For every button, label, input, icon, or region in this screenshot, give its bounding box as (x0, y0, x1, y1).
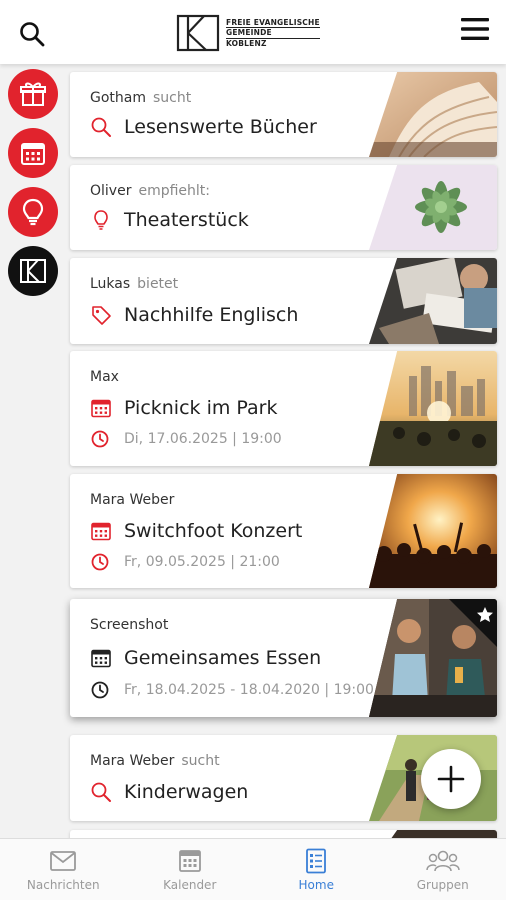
feed-card[interactable]: Screenshot Gemeinsames Essen Fr, 18.04.2… (70, 599, 497, 717)
poster-name: Gotham (90, 90, 146, 106)
feg-logo-icon (176, 14, 220, 52)
card-thumbnail (369, 351, 497, 466)
event-date: Fr, 18.04.2025 - 18.04.2020 | 19:00 (124, 682, 374, 698)
clock-icon (91, 553, 109, 571)
poster-name: Lukas (90, 276, 131, 292)
nav-label: Kalender (163, 877, 217, 892)
poster-name: Mara Weber (90, 492, 175, 508)
card-thumbnail (369, 258, 497, 344)
calendar-icon (178, 849, 201, 872)
post-verb: empfiehlt: (138, 183, 210, 199)
card-thumbnail (369, 165, 497, 250)
calendar-icon (91, 399, 111, 418)
feed-card[interactable]: Oliver empfiehlt: Theaterstück (70, 165, 497, 250)
feed-card[interactable]: Lukas bietet Nachhilfe Englisch (70, 258, 497, 344)
feed-card[interactable]: Gotham sucht Lesenswerte Bücher (70, 72, 497, 157)
nav-item-kalender[interactable]: Kalender (127, 839, 254, 900)
idea-filter-button[interactable] (8, 187, 58, 237)
concert-photo (369, 474, 497, 588)
card-title: Switchfoot Konzert (124, 520, 303, 542)
gift-filter-button[interactable] (8, 69, 58, 119)
feed-card[interactable]: Mara Weber Switchfoot Konzert Fr, 09.05.… (70, 474, 497, 588)
list-icon (306, 848, 327, 873)
app-header: FREIE EVANGELISCHE GEMEINDE KOBLENZ (0, 0, 506, 64)
feed-card[interactable]: Max Picknick im Park Di, 17.06.2025 | 19… (70, 351, 497, 466)
card-title: Lesenswerte Bücher (124, 116, 317, 138)
mail-icon (50, 850, 77, 871)
event-date: Di, 17.06.2025 | 19:00 (124, 431, 282, 447)
card-title: Nachhilfe Englisch (124, 304, 299, 326)
clock-icon (91, 681, 109, 699)
nav-label: Home (298, 877, 334, 892)
lightbulb-icon (22, 198, 44, 226)
open-book-photo (369, 72, 497, 157)
group-icon (426, 850, 460, 871)
calendar-icon (21, 143, 45, 165)
hamburger-menu-icon[interactable] (459, 15, 491, 43)
nav-item-home[interactable]: Home (253, 839, 380, 900)
study-desk-photo (369, 258, 497, 344)
nav-item-nachrichten[interactable]: Nachrichten (0, 839, 127, 900)
card-thumbnail (369, 72, 497, 157)
poster-name: Mara Weber (90, 753, 175, 769)
favorite-star-icon[interactable] (449, 599, 497, 647)
logo-text: FREIE EVANGELISCHE GEMEINDE KOBLENZ (226, 17, 320, 48)
card-title: Kinderwagen (124, 781, 249, 803)
church-logo[interactable]: FREIE EVANGELISCHE GEMEINDE KOBLENZ (176, 14, 320, 52)
succulent-photo (369, 165, 497, 250)
calendar-filter-button[interactable] (8, 128, 58, 178)
nav-label: Nachrichten (26, 877, 100, 892)
search-icon[interactable] (18, 20, 46, 48)
search-icon (91, 117, 111, 137)
add-post-button[interactable] (421, 749, 481, 809)
calendar-icon (91, 522, 111, 541)
card-thumbnail (369, 474, 497, 588)
gift-icon (20, 82, 46, 106)
poster-name: Max (90, 369, 119, 385)
lightbulb-icon (94, 210, 108, 230)
card-title: Picknick im Park (124, 397, 278, 419)
nav-item-gruppen[interactable]: Gruppen (380, 839, 506, 900)
bottom-navigation: Nachrichten Kalender Home Gruppen (0, 838, 506, 900)
nav-label: Gruppen (416, 877, 469, 892)
calendar-icon (91, 649, 111, 668)
poster-name: Oliver (90, 183, 132, 199)
card-title: Theaterstück (124, 209, 249, 231)
plus-icon (437, 765, 465, 793)
park-sunset-photo (369, 351, 497, 466)
search-icon (91, 782, 111, 802)
post-verb: sucht (153, 90, 192, 106)
feg-logo-icon (20, 259, 46, 283)
post-verb: sucht (181, 753, 220, 769)
event-date: Fr, 09.05.2025 | 21:00 (124, 554, 280, 570)
poster-name: Screenshot (90, 617, 169, 633)
post-verb: bietet (137, 276, 179, 292)
clock-icon (91, 430, 109, 448)
church-filter-button[interactable] (8, 246, 58, 296)
card-title: Gemeinsames Essen (124, 647, 322, 669)
tag-icon (92, 306, 111, 325)
